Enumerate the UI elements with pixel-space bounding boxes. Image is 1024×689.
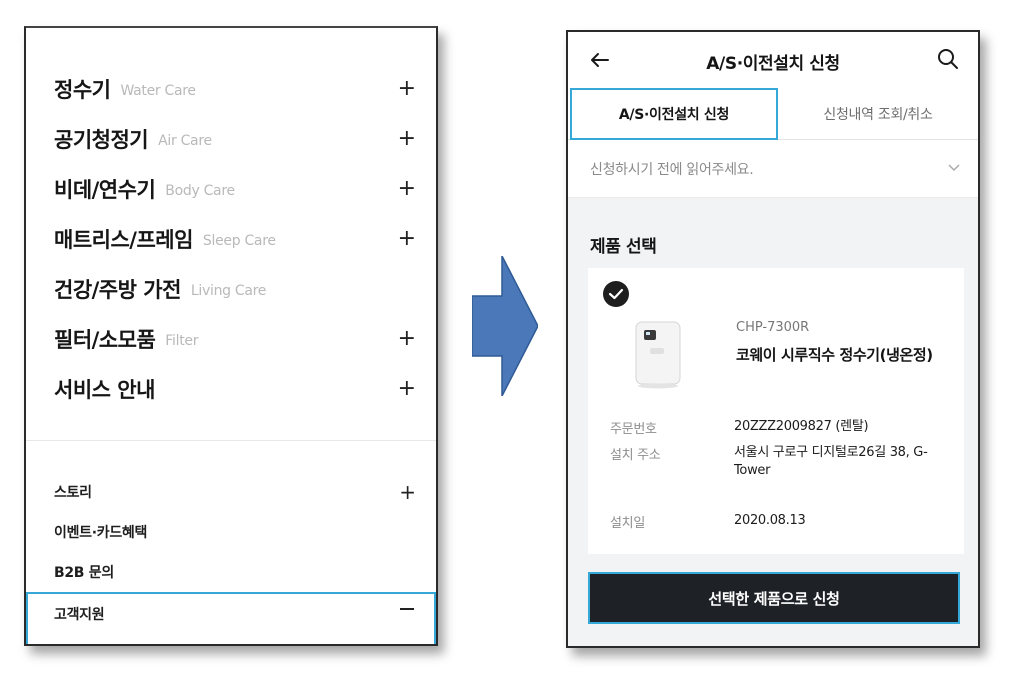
product-card[interactable]: CHP-7300R 코웨이 시루직수 정수기(냉온정) 주문번호 20ZZZ20…: [588, 268, 964, 554]
right-arrow-icon: [472, 256, 538, 396]
sub-menu-item-b2b[interactable]: B2B 문의: [26, 552, 436, 592]
sub-menu-label: 고객지원: [54, 607, 105, 623]
tab-bar: A/S·이전설치 신청 신청내역 조회/취소: [568, 88, 978, 140]
menu-item-title: 서비스 안내: [54, 378, 155, 402]
apply-selected-product-button[interactable]: 선택한 제품으로 신청: [588, 572, 960, 624]
mobile-screen: A/S·이전설치 신청 A/S·이전설치 신청 신청내역 조회/취소 신청하시기…: [566, 30, 980, 648]
install-address-label: 설치 주소: [610, 448, 661, 463]
notice-text: 신청하시기 전에 읽어주세요.: [590, 162, 754, 178]
menu-item-title: 건강/주방 가전: [54, 278, 181, 302]
install-address-value: 서울시 구로구 디지털로26길 38, G-Tower: [734, 445, 928, 478]
expand-icon[interactable]: +: [398, 328, 416, 350]
top-bar: A/S·이전설치 신청: [568, 32, 978, 88]
menu-divider: [26, 440, 436, 441]
sub-menu-label: B2B 문의: [54, 565, 114, 581]
order-number-label: 주문번호: [610, 422, 657, 437]
check-circle-icon[interactable]: [602, 280, 630, 308]
menu-item-sleep-care[interactable]: 매트리스/프레임 Sleep Care +: [26, 214, 436, 264]
menu-item-title: 공기청정기: [54, 128, 149, 152]
sub-menu-item-customer-support[interactable]: 고객지원: [26, 592, 436, 644]
expand-icon[interactable]: +: [398, 78, 416, 100]
search-icon[interactable]: [936, 47, 960, 71]
sub-menu-label: 이벤트·카드혜택: [54, 525, 148, 541]
menu-item-water-care[interactable]: 정수기 Water Care +: [26, 64, 436, 114]
install-date-label: 설치일: [610, 516, 645, 531]
expand-icon[interactable]: +: [398, 228, 416, 250]
expand-icon[interactable]: +: [398, 178, 416, 200]
left-menu-panel: 정수기 Water Care + 공기청정기 Air Care + 비데/연수기…: [24, 26, 438, 646]
sub-menu-item-story[interactable]: 스토리 +: [26, 472, 436, 512]
menu-item-subtitle: Air Care: [158, 133, 212, 149]
menu-item-title: 비데/연수기: [54, 178, 156, 202]
menu-item-title: 매트리스/프레임: [54, 228, 193, 252]
expand-icon[interactable]: +: [398, 378, 416, 400]
expand-icon[interactable]: +: [398, 128, 416, 150]
page-title: A/S·이전설치 신청: [706, 54, 840, 74]
menu-item-title: 정수기: [54, 78, 111, 102]
install-date-value: 2020.08.13: [734, 513, 806, 528]
sub-menu-label: 스토리: [54, 485, 92, 501]
menu-item-title: 필터/소모품: [54, 328, 156, 352]
menu-item-subtitle: Living Care: [190, 283, 267, 299]
tab-history[interactable]: 신청내역 조회/취소: [778, 88, 978, 140]
menu-item-body-care[interactable]: 비데/연수기 Body Care +: [26, 164, 436, 214]
tab-as-request[interactable]: A/S·이전설치 신청: [570, 88, 778, 140]
sub-menu: 스토리 + 이벤트·카드혜택 B2B 문의 고객지원: [26, 472, 436, 644]
product-model: CHP-7300R: [736, 320, 810, 335]
collapse-icon[interactable]: [400, 608, 414, 610]
menu-item-subtitle: Water Care: [120, 83, 196, 99]
chevron-down-icon: [948, 164, 960, 172]
water-purifier-image: [635, 321, 681, 389]
menu-item-subtitle: Sleep Care: [202, 233, 276, 249]
main-menu: 정수기 Water Care + 공기청정기 Air Care + 비데/연수기…: [26, 64, 436, 414]
menu-item-filter[interactable]: 필터/소모품 Filter +: [26, 314, 436, 364]
menu-item-air-care[interactable]: 공기청정기 Air Care +: [26, 114, 436, 164]
menu-item-subtitle: Body Care: [165, 183, 235, 199]
order-number-value: 20ZZZ2009827 (렌탈): [734, 419, 869, 434]
notice-accordion[interactable]: 신청하시기 전에 읽어주세요.: [568, 140, 978, 198]
menu-item-subtitle: Filter: [165, 333, 199, 349]
product-name: 코웨이 시루직수 정수기(냉온정): [736, 346, 933, 364]
section-title: 제품 선택: [590, 237, 657, 257]
menu-item-service-guide[interactable]: 서비스 안내 +: [26, 364, 436, 414]
menu-item-living-care[interactable]: 건강/주방 가전 Living Care: [26, 264, 436, 314]
expand-icon[interactable]: +: [399, 482, 416, 502]
sub-menu-item-event[interactable]: 이벤트·카드혜택: [26, 512, 436, 552]
